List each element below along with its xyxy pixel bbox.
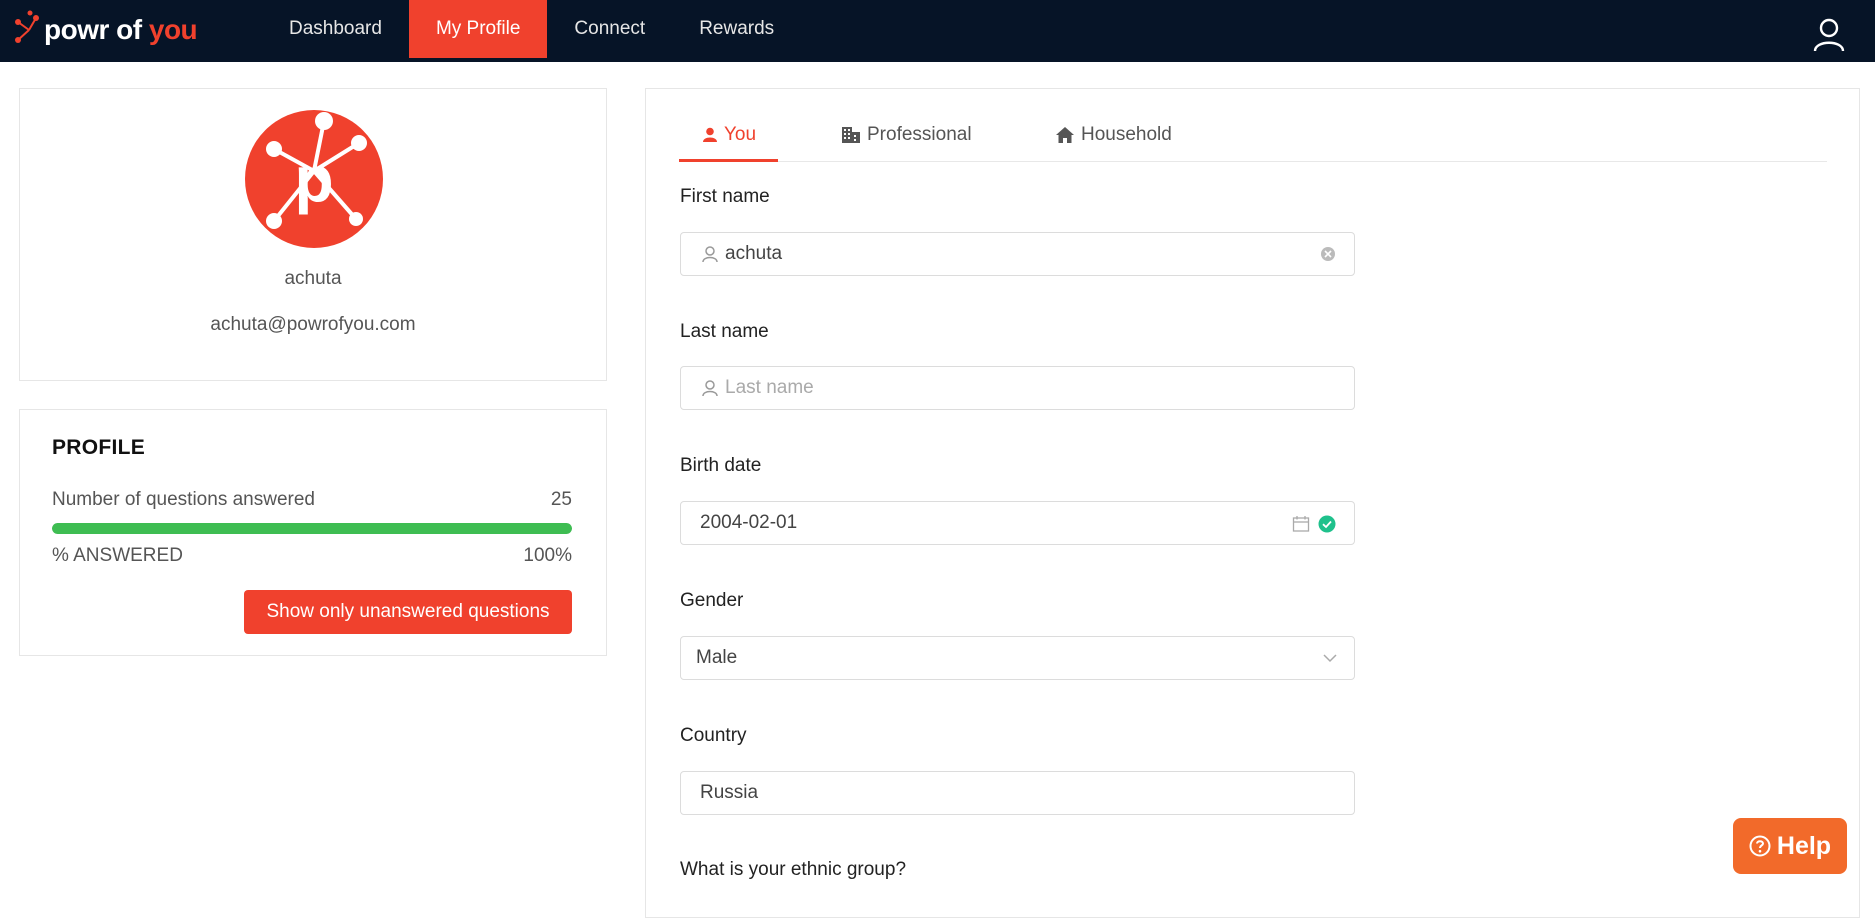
logo-mark-icon xyxy=(15,10,39,43)
birth-date-value: 2004-02-01 xyxy=(700,512,798,533)
main-nav: Dashboard My Profile Connect Rewards xyxy=(262,0,801,58)
answered-progress-bar xyxy=(52,523,572,534)
country-field[interactable]: Russia xyxy=(680,771,1355,815)
last-name-placeholder: Last name xyxy=(725,377,814,398)
home-icon xyxy=(1056,127,1074,143)
svg-text:p: p xyxy=(294,143,333,215)
gender-value: Male xyxy=(696,647,738,668)
avatar: p xyxy=(245,110,383,248)
first-name-label: First name xyxy=(680,186,770,207)
gender-select[interactable]: Male xyxy=(680,636,1355,680)
country-value: Russia xyxy=(700,782,759,803)
user-outline-icon xyxy=(702,246,718,263)
nav-connect[interactable]: Connect xyxy=(547,0,672,58)
tab-professional-label: Professional xyxy=(867,124,972,145)
nav-dashboard[interactable]: Dashboard xyxy=(262,0,409,58)
gender-label: Gender xyxy=(680,590,744,611)
valid-check-icon xyxy=(1318,515,1336,533)
last-name-field[interactable]: Last name xyxy=(680,366,1355,410)
questions-answered-value: 25 xyxy=(550,489,572,510)
tab-household-label: Household xyxy=(1081,124,1172,145)
country-label: Country xyxy=(680,725,747,746)
logo-text: powr of you xyxy=(44,14,198,45)
user-card: p xyxy=(19,88,607,381)
first-name-field[interactable]: achuta xyxy=(680,232,1355,276)
help-button[interactable]: Help xyxy=(1733,818,1847,874)
birth-date-field[interactable]: 2004-02-01 xyxy=(680,501,1355,545)
profile-card-title: PROFILE xyxy=(52,436,146,459)
birth-date-label: Birth date xyxy=(680,455,762,476)
help-label: Help xyxy=(1776,831,1832,860)
tab-professional[interactable]: Professional xyxy=(841,108,972,162)
percent-answered-value: 100% xyxy=(523,545,572,566)
profile-email: achuta@powrofyou.com xyxy=(210,314,416,335)
tab-you[interactable]: You xyxy=(702,108,756,162)
question-circle-icon xyxy=(1749,835,1771,857)
brand-logo[interactable]: powr of you xyxy=(14,10,198,50)
nav-my-profile[interactable]: My Profile xyxy=(408,0,548,58)
questions-answered-label: Number of questions answered xyxy=(52,489,315,510)
chevron-down-icon xyxy=(1323,654,1337,663)
user-account-icon[interactable] xyxy=(1813,18,1845,52)
show-unanswered-button[interactable]: Show only unanswered questions xyxy=(244,590,572,634)
last-name-label: Last name xyxy=(680,321,769,342)
profile-username: achuta xyxy=(284,268,342,289)
percent-answered-label: % ANSWERED xyxy=(52,545,183,566)
building-icon xyxy=(842,127,860,143)
first-name-value: achuta xyxy=(725,243,783,264)
calendar-icon[interactable] xyxy=(1292,515,1310,533)
active-tab-indicator xyxy=(679,159,778,162)
nav-rewards[interactable]: Rewards xyxy=(672,0,801,58)
top-navbar: powr of you Dashboard My Profile Connect… xyxy=(0,0,1875,62)
clear-icon[interactable] xyxy=(1320,246,1336,262)
profile-tabs: You Professional Household xyxy=(679,108,1827,162)
user-outline-icon xyxy=(702,380,718,397)
tab-household[interactable]: Household xyxy=(1055,108,1172,162)
answered-progress-fill xyxy=(52,523,572,534)
ethnic-group-label: What is your ethnic group? xyxy=(680,859,907,880)
person-icon xyxy=(703,127,717,142)
tab-you-label: You xyxy=(724,124,757,145)
